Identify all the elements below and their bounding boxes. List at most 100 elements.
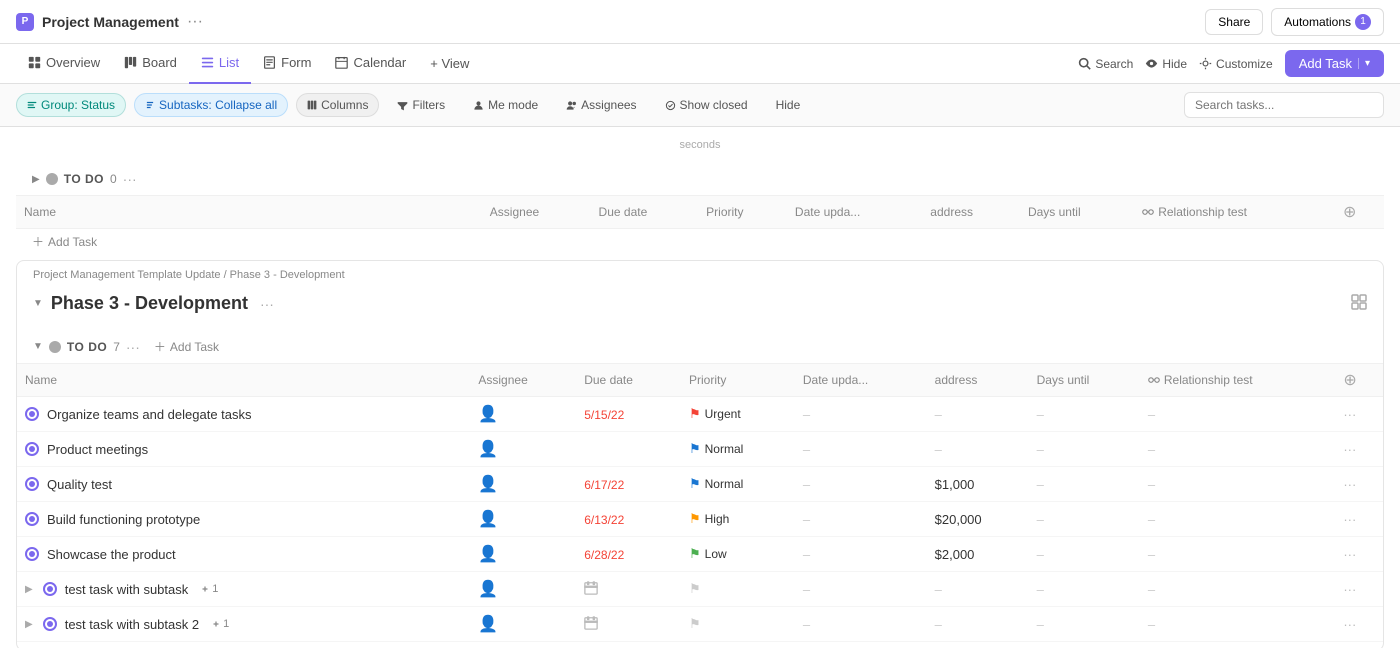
task-more-button[interactable]: ··· <box>1343 512 1356 527</box>
assignees-button[interactable]: Assignees <box>556 94 646 116</box>
task-due-date-cell[interactable] <box>576 572 681 607</box>
customize-button[interactable]: Customize <box>1199 57 1273 71</box>
task-status-icon[interactable] <box>25 512 39 526</box>
task-name-label[interactable]: Showcase the product <box>47 547 176 562</box>
filters-button[interactable]: Filters <box>387 94 455 116</box>
task-more-cell[interactable]: ··· <box>1335 467 1383 502</box>
task-priority-cell[interactable]: ⚑ <box>681 607 795 642</box>
task-priority-cell[interactable]: ⚑High <box>681 502 795 537</box>
top-todo-more[interactable]: ··· <box>123 171 137 187</box>
task-more-button[interactable]: ··· <box>1343 442 1356 457</box>
phase3-layout-btn[interactable] <box>1351 294 1367 313</box>
table-row: Build functioning prototype 👤 6/13/22 ⚑H… <box>17 502 1383 537</box>
assignee-icon[interactable]: 👤 <box>478 406 498 423</box>
task-status-icon[interactable] <box>43 617 57 631</box>
task-priority-cell[interactable]: ⚑Urgent <box>681 397 795 432</box>
relationship-value: – <box>1148 407 1155 422</box>
group-status-chip[interactable]: Group: Status <box>16 93 126 117</box>
assignee-icon[interactable]: 👤 <box>478 581 498 598</box>
task-status-icon[interactable] <box>25 407 39 421</box>
task-status-icon[interactable] <box>43 582 57 596</box>
col-days-until-header: Days until <box>1020 196 1134 229</box>
nav-form[interactable]: Form <box>251 44 323 84</box>
assignee-icon[interactable]: 👤 <box>478 441 498 458</box>
task-more-button[interactable]: ··· <box>1343 547 1356 562</box>
task-due-date-cell[interactable] <box>576 432 681 467</box>
add-task-label: Add Task <box>1299 56 1352 71</box>
task-status-icon[interactable] <box>25 547 39 561</box>
task-due-date-cell[interactable]: 5/15/22 <box>576 397 681 432</box>
task-name-cell: Quality test <box>17 467 470 502</box>
task-priority-cell[interactable]: ⚑Low <box>681 537 795 572</box>
automations-button[interactable]: Automations 1 <box>1271 8 1384 36</box>
task-more-cell[interactable]: ··· <box>1335 432 1383 467</box>
task-priority-cell[interactable]: ⚑Normal <box>681 432 795 467</box>
phase3-more[interactable]: ··· <box>260 296 274 312</box>
phase3-todo-chevron[interactable]: ▼ <box>33 341 43 352</box>
app-menu-button[interactable]: ··· <box>187 13 203 31</box>
task-more-button[interactable]: ··· <box>1343 477 1356 492</box>
task-name-label[interactable]: test task with subtask 2 <box>65 617 199 632</box>
share-button[interactable]: Share <box>1205 9 1263 35</box>
table-row: Product meetings 👤 ⚑Normal – – – – ··· <box>17 432 1383 467</box>
assignee-icon[interactable]: 👤 <box>478 476 498 493</box>
task-assignee-cell: 👤 <box>470 572 576 607</box>
top-add-task-label: Add Task <box>48 235 97 249</box>
nav-calendar[interactable]: Calendar <box>323 44 418 84</box>
phase3-section: Project Management Template Update / Pha… <box>16 260 1384 648</box>
add-column-icon[interactable]: ⊕ <box>1343 204 1356 221</box>
task-priority-cell[interactable]: ⚑Normal <box>681 467 795 502</box>
task-status-icon[interactable] <box>25 477 39 491</box>
task-more-cell[interactable]: ··· <box>1335 572 1383 607</box>
task-more-cell[interactable]: ··· <box>1335 502 1383 537</box>
task-date-updated-cell: – <box>795 397 927 432</box>
task-name-label[interactable]: Build functioning prototype <box>47 512 200 527</box>
hide-button[interactable]: Hide <box>1145 57 1187 71</box>
assignee-icon[interactable]: 👤 <box>478 616 498 633</box>
assignee-icon[interactable]: 👤 <box>478 546 498 563</box>
task-relationship-cell: – <box>1140 607 1335 642</box>
top-todo-chevron[interactable]: ▶ <box>32 174 40 185</box>
task-name-label[interactable]: Product meetings <box>47 442 148 457</box>
subtasks-chip[interactable]: Subtasks: Collapse all <box>134 93 288 117</box>
p3-col-add-button[interactable]: ⊕ <box>1335 364 1383 397</box>
show-closed-button[interactable]: Show closed <box>655 94 758 116</box>
subtask-expand[interactable]: ▶ <box>25 584 33 595</box>
add-task-button[interactable]: Add Task ▾ <box>1285 50 1384 77</box>
task-due-date-cell[interactable] <box>576 607 681 642</box>
task-more-cell[interactable]: ··· <box>1335 397 1383 432</box>
nav-add-view[interactable]: + View <box>418 56 481 71</box>
add-task-dropdown-arrow[interactable]: ▾ <box>1358 58 1370 69</box>
task-due-date-cell[interactable]: 6/17/22 <box>576 467 681 502</box>
search-tasks-input[interactable] <box>1184 92 1384 118</box>
hide-fields-button[interactable]: Hide <box>766 94 811 116</box>
task-more-cell[interactable]: ··· <box>1335 607 1383 642</box>
task-priority-cell[interactable]: ⚑ <box>681 572 795 607</box>
nav-overview[interactable]: Overview <box>16 44 112 84</box>
columns-chip[interactable]: Columns <box>296 93 379 117</box>
task-status-icon[interactable] <box>25 442 39 456</box>
task-more-cell[interactable]: ··· <box>1335 537 1383 572</box>
task-due-date-cell[interactable]: 6/28/22 <box>576 537 681 572</box>
top-todo-group-header: ▶ TO DO 0 ··· <box>16 163 1384 195</box>
nav-board[interactable]: Board <box>112 44 189 84</box>
col-add-button[interactable]: ⊕ <box>1335 196 1384 229</box>
phase3-todo-add-task-inline[interactable]: ＋ Add Task <box>154 338 219 355</box>
phase3-chevron[interactable]: ▼ <box>33 298 43 309</box>
task-due-date-cell[interactable]: 6/13/22 <box>576 502 681 537</box>
task-name-label[interactable]: test task with subtask <box>65 582 189 597</box>
task-name-label[interactable]: Organize teams and delegate tasks <box>47 407 252 422</box>
top-add-task-btn[interactable]: ＋ Add Task <box>16 233 1384 250</box>
me-mode-button[interactable]: Me mode <box>463 94 548 116</box>
p3-add-column-icon[interactable]: ⊕ <box>1343 372 1356 389</box>
task-more-button[interactable]: ··· <box>1343 582 1356 597</box>
nav-list[interactable]: List <box>189 44 251 84</box>
task-more-button[interactable]: ··· <box>1343 617 1356 632</box>
search-button[interactable]: Search <box>1078 57 1133 71</box>
subtask-expand[interactable]: ▶ <box>25 619 33 630</box>
task-name-label[interactable]: Quality test <box>47 477 112 492</box>
phase3-todo-more[interactable]: ··· <box>126 339 140 355</box>
assignee-icon[interactable]: 👤 <box>478 511 498 528</box>
task-more-button[interactable]: ··· <box>1343 407 1356 422</box>
col-name-header: Name <box>16 196 482 229</box>
